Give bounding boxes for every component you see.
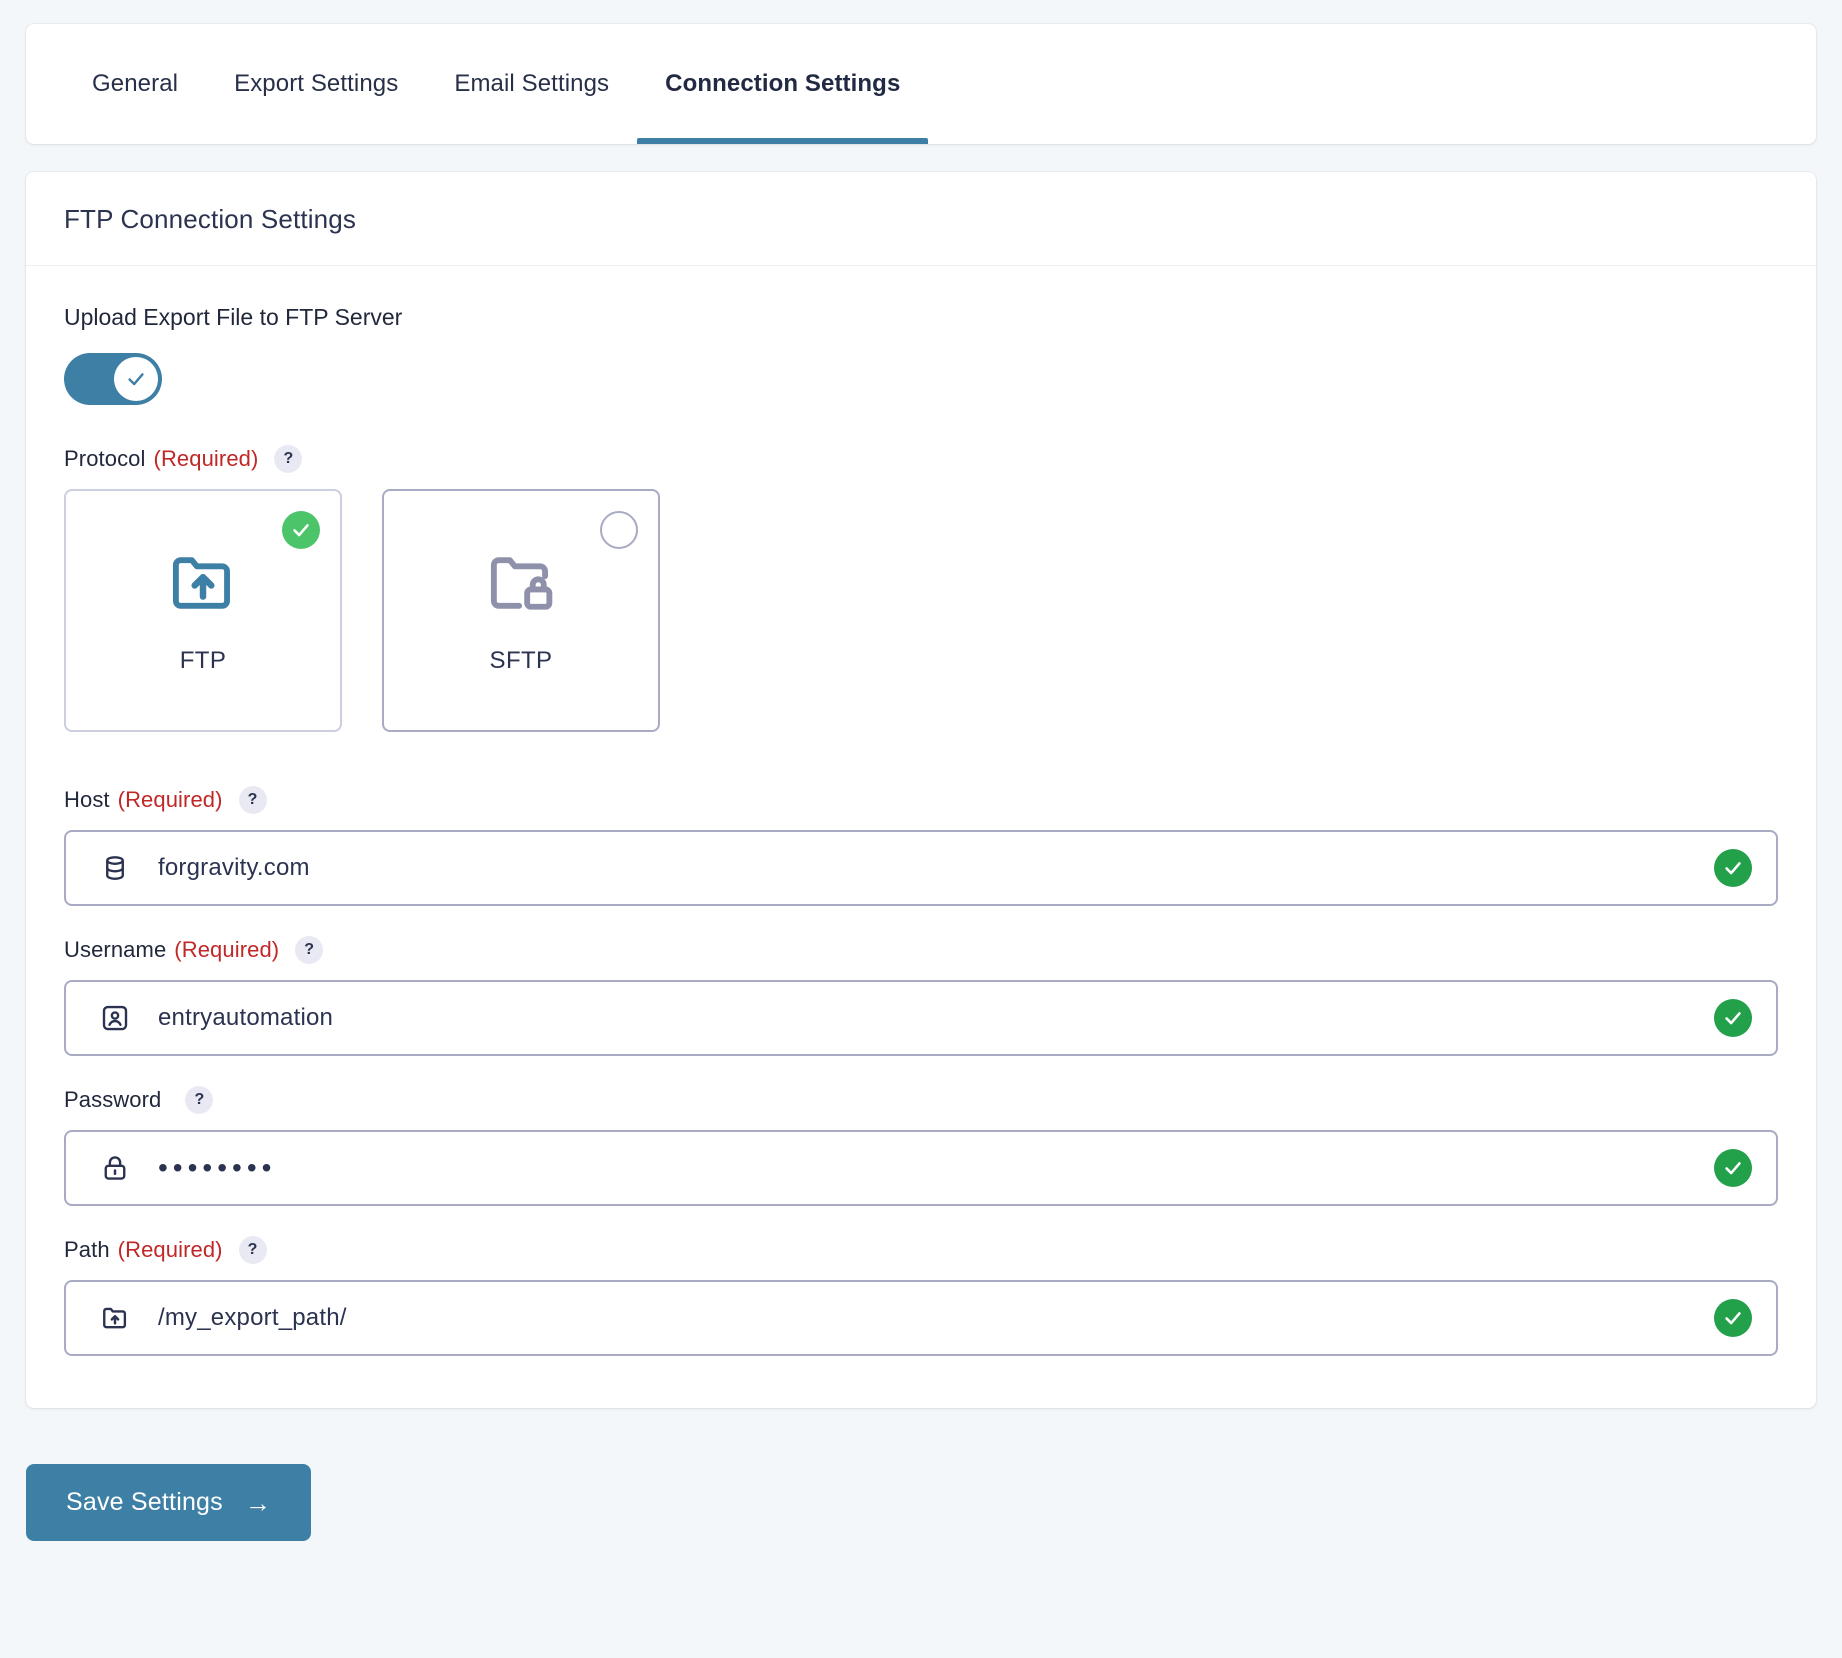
username-label-text: Username xyxy=(64,937,167,962)
path-help-icon[interactable]: ? xyxy=(238,1236,267,1264)
path-status-badge xyxy=(1714,1299,1752,1337)
check-circle-icon xyxy=(282,511,320,549)
path-label-text: Path xyxy=(64,1237,110,1262)
host-required-text: (Required) xyxy=(117,787,223,812)
tab-bar: General Export Settings Email Settings C… xyxy=(26,24,1816,144)
username-help-icon[interactable]: ? xyxy=(295,936,324,964)
protocol-label-text: Protocol xyxy=(64,446,146,471)
check-icon xyxy=(1725,862,1741,875)
password-input[interactable]: •••••••• xyxy=(64,1130,1778,1206)
radio-empty-icon xyxy=(600,511,638,549)
tab-connection-settings[interactable]: Connection Settings xyxy=(637,24,929,144)
tab-label: Export Settings xyxy=(234,70,399,97)
save-row: Save Settings → xyxy=(26,1464,1816,1541)
protocol-option-sftp[interactable]: SFTP xyxy=(382,489,660,732)
host-label: Host (Required) ? xyxy=(64,786,1778,814)
tab-export-settings[interactable]: Export Settings xyxy=(206,24,426,144)
upload-toggle-label: Upload Export File to FTP Server xyxy=(64,304,403,330)
protocol-option-name: FTP xyxy=(179,647,227,674)
tab-label: General xyxy=(92,70,179,97)
database-icon xyxy=(98,851,132,885)
host-label-text: Host xyxy=(64,787,110,812)
password-status-badge xyxy=(1714,1149,1752,1187)
check-icon xyxy=(1725,1012,1741,1025)
save-settings-button[interactable]: Save Settings → xyxy=(26,1464,312,1541)
protocol-option-name: SFTP xyxy=(489,647,553,674)
username-required-text: (Required) xyxy=(174,937,280,962)
password-help-icon[interactable]: ? xyxy=(185,1086,214,1114)
check-icon xyxy=(293,524,309,537)
path-input[interactable]: /my_export_path/ xyxy=(64,1280,1778,1356)
protocol-label: Protocol (Required) ? xyxy=(64,445,1778,473)
settings-page: General Export Settings Email Settings C… xyxy=(0,0,1842,1658)
username-value: entryautomation xyxy=(158,1004,334,1031)
arrow-right-icon: → xyxy=(244,1487,272,1518)
field-path: Path (Required) ? /my_export_path/ xyxy=(64,1236,1778,1356)
protocol-help-icon[interactable]: ? xyxy=(274,445,303,473)
check-icon xyxy=(1725,1162,1741,1175)
card-body: Upload Export File to FTP Server Protoco… xyxy=(26,266,1816,1408)
protocol-required-text: (Required) xyxy=(153,446,259,471)
host-help-icon[interactable]: ? xyxy=(238,786,267,814)
password-label: Password ? xyxy=(64,1086,1778,1114)
folder-upload-icon xyxy=(98,1301,132,1335)
path-label: Path (Required) ? xyxy=(64,1236,1778,1264)
field-username: Username (Required) ? entryautomation xyxy=(64,936,1778,1056)
password-label-text: Password xyxy=(64,1087,162,1112)
field-host: Host (Required) ? forgravity.com xyxy=(64,786,1778,906)
lock-icon xyxy=(98,1151,132,1185)
protocol-options: FTP SFTP xyxy=(64,489,1778,732)
username-label: Username (Required) ? xyxy=(64,936,1778,964)
save-settings-label: Save Settings xyxy=(66,1488,223,1516)
host-status-badge xyxy=(1714,849,1752,887)
user-icon xyxy=(98,1001,132,1035)
password-value: •••••••• xyxy=(158,1152,277,1183)
folder-upload-icon xyxy=(166,546,240,625)
path-value: /my_export_path/ xyxy=(158,1304,347,1331)
host-value: forgravity.com xyxy=(158,854,310,881)
tab-label: Email Settings xyxy=(454,70,610,97)
folder-lock-icon xyxy=(484,546,558,625)
card-header: FTP Connection Settings xyxy=(26,172,1816,266)
field-password: Password ? •••••••• xyxy=(64,1086,1778,1206)
path-required-text: (Required) xyxy=(117,1237,223,1262)
username-status-badge xyxy=(1714,999,1752,1037)
username-input[interactable]: entryautomation xyxy=(64,980,1778,1056)
ftp-connection-settings-card: FTP Connection Settings Upload Export Fi… xyxy=(26,172,1816,1408)
check-icon xyxy=(128,373,144,386)
toggle-knob xyxy=(114,357,158,401)
page-title: FTP Connection Settings xyxy=(64,204,357,234)
tab-general[interactable]: General xyxy=(66,24,206,144)
upload-export-toggle[interactable] xyxy=(64,353,162,405)
tab-email-settings[interactable]: Email Settings xyxy=(426,24,637,144)
tab-label: Connection Settings xyxy=(665,70,901,97)
protocol-option-ftp[interactable]: FTP xyxy=(64,489,342,732)
host-input[interactable]: forgravity.com xyxy=(64,830,1778,906)
check-icon xyxy=(1725,1312,1741,1325)
